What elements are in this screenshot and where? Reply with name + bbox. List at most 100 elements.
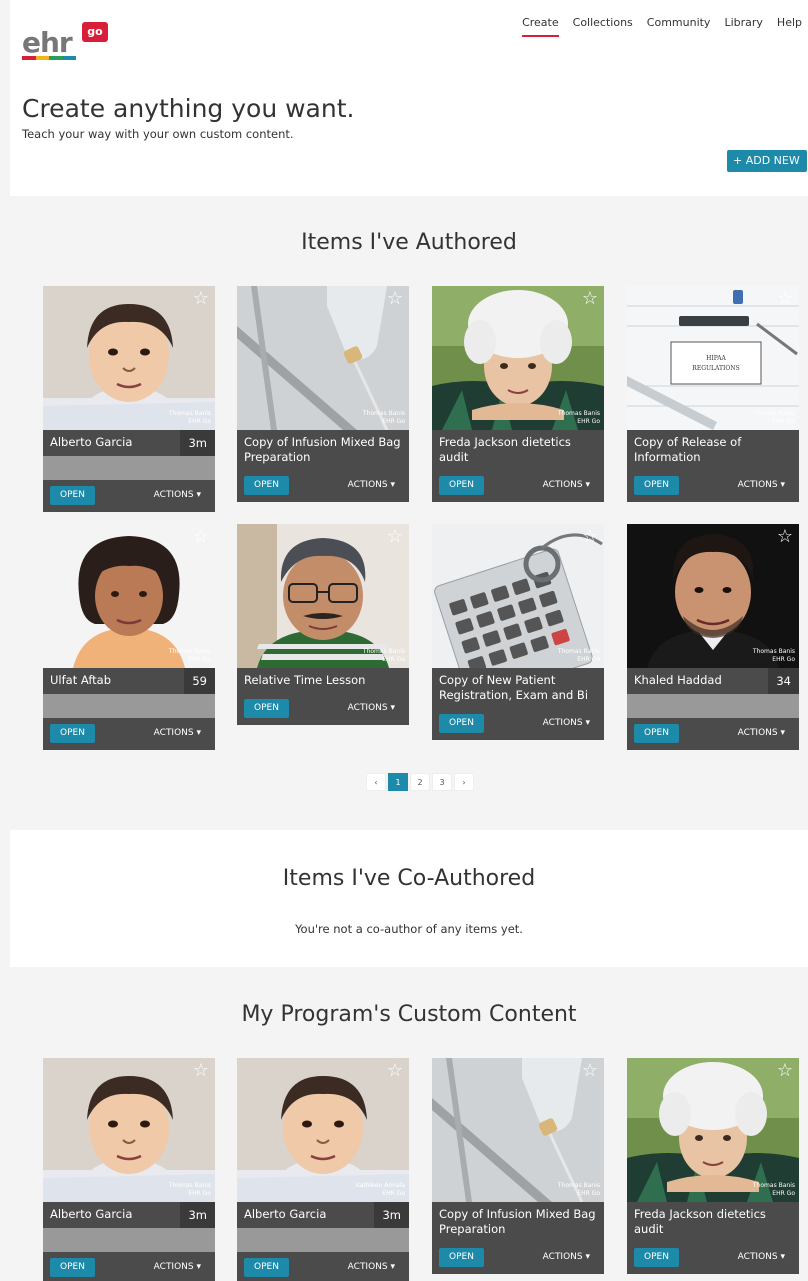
open-button[interactable]: OPEN: [244, 475, 289, 495]
card-title[interactable]: Alberto Garcia: [50, 1207, 132, 1223]
open-button[interactable]: OPEN: [634, 1247, 679, 1267]
actions-dropdown[interactable]: ACTIONS ▾: [738, 480, 785, 490]
image-credit: Thomas Banis EHR Go: [168, 648, 211, 664]
star-icon[interactable]: ☆: [387, 1060, 403, 1081]
content-card[interactable]: ☆ Thomas Banis EHR Go Relative Time Lesson…: [237, 524, 409, 725]
card-title[interactable]: Relative Time Lesson: [244, 673, 365, 688]
card-title-bar: Ulfat Aftab 59: [43, 668, 215, 694]
card-title[interactable]: Ulfat Aftab: [50, 673, 111, 689]
svg-text:HIPAA: HIPAA: [706, 355, 726, 362]
card-thumbnail: ☆ Thomas Banis EHR Go: [43, 524, 215, 668]
actions-dropdown[interactable]: ACTIONS ▾: [738, 1252, 785, 1262]
page-3-button[interactable]: 3: [432, 773, 452, 791]
star-icon[interactable]: ☆: [193, 288, 209, 309]
card-actions-bar: OPEN ACTIONS ▾: [627, 469, 799, 502]
actions-dropdown[interactable]: ACTIONS ▾: [348, 703, 395, 713]
open-button[interactable]: OPEN: [634, 475, 679, 495]
content-card[interactable]: ☆ Thomas Banis EHR Go Freda Jackson dietet…: [627, 1058, 799, 1274]
coauthored-heading: Items I've Co-Authored: [282, 866, 536, 891]
open-button[interactable]: OPEN: [439, 1247, 484, 1267]
card-actions-bar: OPEN ACTIONS ▾: [627, 718, 799, 750]
authored-heading: Items I've Authored: [301, 230, 517, 255]
actions-dropdown[interactable]: ACTIONS ▾: [154, 728, 201, 738]
star-icon[interactable]: ☆: [387, 526, 403, 547]
nav-collections[interactable]: Collections: [573, 16, 633, 37]
star-icon[interactable]: ☆: [777, 1060, 793, 1081]
card-title[interactable]: Alberto Garcia: [50, 435, 132, 451]
image-credit: Thomas Banis EHR Go: [557, 648, 600, 664]
open-button[interactable]: OPEN: [439, 475, 484, 495]
content-card[interactable]: HIPAA REGULATIONS ☆ Thomas Banis EHR Go Co…: [627, 286, 799, 502]
star-icon[interactable]: ☆: [777, 288, 793, 309]
card-title[interactable]: Copy of Release of Information: [634, 435, 792, 465]
image-credit: Thomas Banis EHR Go: [168, 410, 211, 426]
card-spacer: [627, 694, 799, 718]
card-title[interactable]: Alberto Garcia: [244, 1207, 326, 1223]
card-actions-bar: OPEN ACTIONS ▾: [43, 1252, 215, 1281]
logo-bar-segment: [49, 56, 63, 60]
card-title[interactable]: Copy of New Patient Registration, Exam a…: [439, 673, 597, 703]
coauthored-empty-message: You're not a co-author of any items yet.: [295, 922, 523, 936]
open-button[interactable]: OPEN: [634, 724, 679, 743]
image-credit: Thomas Banis EHR Go: [752, 648, 795, 664]
card-thumbnail: ☆ Thomas Banis EHR Go: [237, 524, 409, 668]
content-card[interactable]: ☆ Thomas Banis EHR Go Copy of Infusion Mix…: [237, 286, 409, 502]
actions-dropdown[interactable]: ACTIONS ▾: [738, 728, 785, 738]
page-header: ehr go Create Collections Community Libr…: [10, 0, 808, 196]
star-icon[interactable]: ☆: [193, 1060, 209, 1081]
content-card[interactable]: ☆ Thomas Banis EHR Go Freda Jackson dietet…: [432, 286, 604, 502]
next-page-button[interactable]: ›: [454, 773, 474, 791]
content-card[interactable]: ☆ Thomas Banis EHR Go Khaled Haddad 34 OPEN A…: [627, 524, 799, 750]
card-title[interactable]: Copy of Infusion Mixed Bag Preparation: [439, 1207, 597, 1237]
nav-create[interactable]: Create: [522, 16, 559, 37]
prev-page-button[interactable]: ‹: [366, 773, 386, 791]
actions-dropdown[interactable]: ACTIONS ▾: [543, 1252, 590, 1262]
card-spacer: [43, 694, 215, 718]
content-card[interactable]: ☆ Thomas Banis EHR Go Copy of Infusion Mix…: [432, 1058, 604, 1274]
card-spacer: [43, 456, 215, 480]
open-button[interactable]: OPEN: [50, 1258, 95, 1277]
content-card[interactable]: ☆ Thomas Banis EHR Go Ulfat Aftab 59 OPEN ACT…: [43, 524, 215, 750]
card-thumbnail: ☆ Thomas Banis EHR Go: [627, 524, 799, 668]
actions-dropdown[interactable]: ACTIONS ▾: [543, 718, 590, 728]
top-nav: Create Collections Community Library Hel…: [522, 16, 802, 37]
page-1-button[interactable]: 1: [388, 773, 408, 791]
actions-dropdown[interactable]: ACTIONS ▾: [348, 480, 395, 490]
program-heading: My Program's Custom Content: [241, 1002, 577, 1027]
card-age-badge: 34: [768, 668, 799, 694]
page-2-button[interactable]: 2: [410, 773, 430, 791]
star-icon[interactable]: ☆: [582, 1060, 598, 1081]
card-thumbnail: ☆ Thomas Banis EHR Go: [432, 286, 604, 430]
star-icon[interactable]: ☆: [193, 526, 209, 547]
open-button[interactable]: OPEN: [439, 713, 484, 733]
star-icon[interactable]: ☆: [387, 288, 403, 309]
content-card[interactable]: ☆ Thomas Banis EHR Go Alberto Garcia 3m OPEN…: [43, 1058, 215, 1281]
card-title-bar: Copy of Release of Information: [627, 430, 799, 470]
star-icon[interactable]: ☆: [777, 526, 793, 547]
actions-dropdown[interactable]: ACTIONS ▾: [543, 480, 590, 490]
coauthored-section: [10, 830, 808, 967]
card-title[interactable]: Freda Jackson dietetics audit: [634, 1207, 792, 1237]
nav-community[interactable]: Community: [647, 16, 711, 37]
card-actions-bar: OPEN ACTIONS ▾: [627, 1241, 799, 1274]
card-title[interactable]: Copy of Infusion Mixed Bag Preparation: [244, 435, 402, 465]
actions-dropdown[interactable]: ACTIONS ▾: [154, 490, 201, 500]
open-button[interactable]: OPEN: [244, 698, 289, 718]
card-title[interactable]: Freda Jackson dietetics audit: [439, 435, 597, 465]
nav-library[interactable]: Library: [724, 16, 762, 37]
open-button[interactable]: OPEN: [50, 486, 95, 505]
actions-dropdown[interactable]: ACTIONS ▾: [348, 1262, 395, 1272]
card-actions-bar: OPEN ACTIONS ▾: [43, 480, 215, 512]
star-icon[interactable]: ☆: [582, 288, 598, 309]
ehrgo-logo[interactable]: ehr go: [22, 22, 112, 62]
star-icon[interactable]: ☆: [582, 526, 598, 547]
add-new-button[interactable]: + ADD NEW: [727, 150, 807, 172]
content-card[interactable]: ☆ Kathleen Annala EHR Go Alberto Garcia 3m O…: [237, 1058, 409, 1281]
content-card[interactable]: ☆ Thomas Banis EHR Go Alberto Garcia 3m OPEN…: [43, 286, 215, 512]
actions-dropdown[interactable]: ACTIONS ▾: [154, 1262, 201, 1272]
open-button[interactable]: OPEN: [244, 1258, 289, 1277]
content-card[interactable]: ☆ Thomas Banis EHR Go Copy of New Patient …: [432, 524, 604, 740]
open-button[interactable]: OPEN: [50, 724, 95, 743]
card-title[interactable]: Khaled Haddad: [634, 673, 722, 689]
nav-help[interactable]: Help: [777, 16, 802, 37]
